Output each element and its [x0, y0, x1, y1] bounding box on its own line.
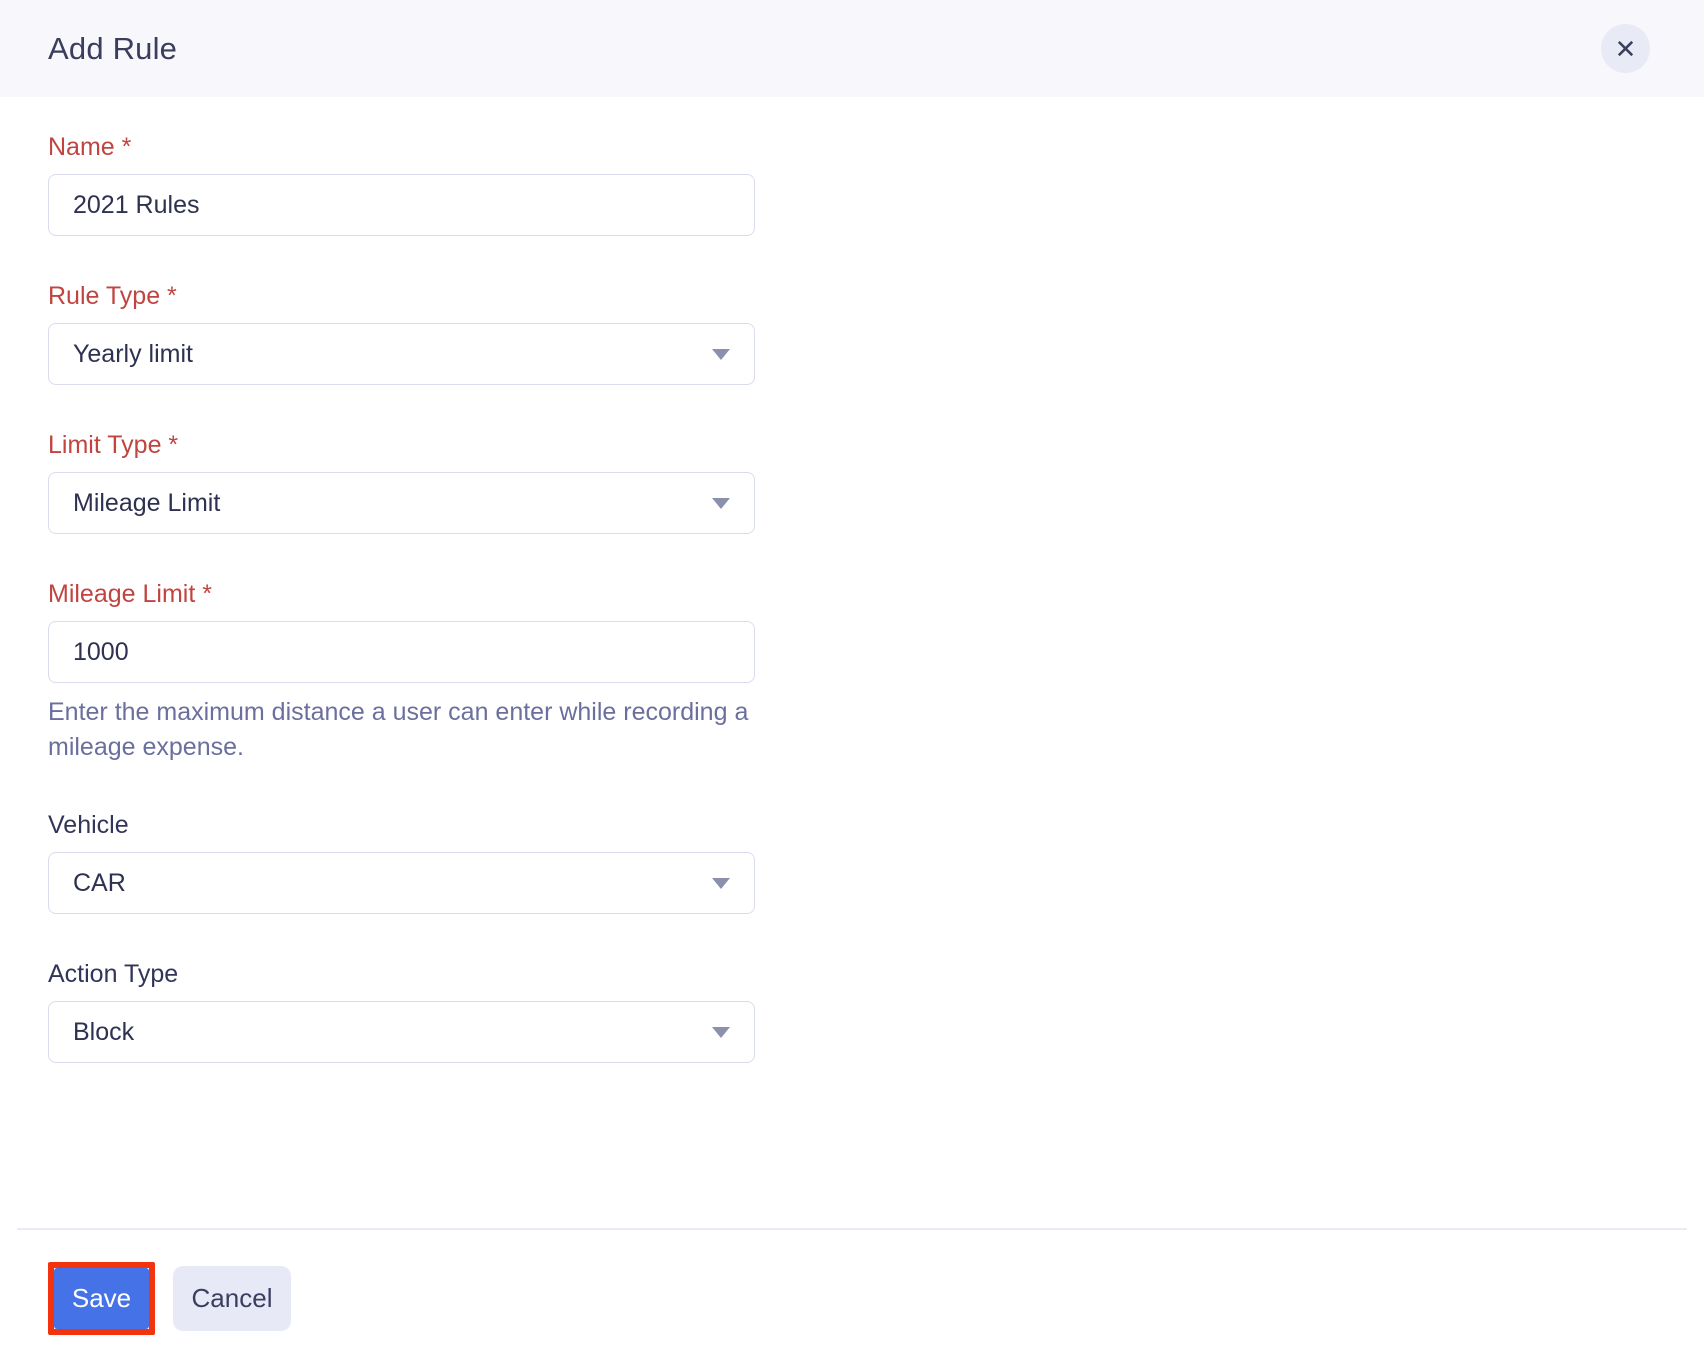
chevron-down-icon: [712, 877, 730, 889]
action-type-field-group: Action Type Block: [48, 959, 1656, 1063]
mileage-limit-field-group: Mileage Limit * Enter the maximum distan…: [48, 579, 1656, 765]
vehicle-label: Vehicle: [48, 811, 129, 839]
required-asterisk: *: [160, 282, 177, 310]
page-title: Add Rule: [48, 30, 178, 66]
cancel-button[interactable]: Cancel: [173, 1266, 291, 1331]
required-asterisk: *: [161, 431, 179, 459]
mileage-limit-input[interactable]: [48, 621, 755, 683]
close-icon: ✕: [1614, 33, 1637, 64]
add-rule-form: Name * Rule Type * Yearly limit Limit Ty…: [0, 97, 1704, 1108]
mileage-limit-label-text: Mileage Limit: [48, 580, 196, 608]
close-button[interactable]: ✕: [1601, 24, 1650, 73]
add-rule-modal: Add Rule ✕ Name * Rule Type * Yearly lim…: [0, 0, 1704, 1356]
chevron-down-icon: [712, 348, 730, 360]
required-asterisk: *: [195, 580, 212, 608]
rule-type-select[interactable]: Yearly limit: [48, 323, 755, 385]
limit-type-select[interactable]: Mileage Limit: [48, 472, 755, 534]
chevron-down-icon: [712, 1026, 730, 1038]
rule-type-field-group: Rule Type * Yearly limit: [48, 281, 1656, 385]
action-type-select[interactable]: Block: [48, 1001, 755, 1063]
name-label-text: Name: [48, 133, 115, 161]
limit-type-field-group: Limit Type * Mileage Limit: [48, 430, 1656, 534]
vehicle-select[interactable]: CAR: [48, 852, 755, 914]
chevron-down-icon: [712, 497, 730, 509]
name-label: Name *: [48, 132, 1656, 162]
save-button-highlight: Save: [48, 1262, 155, 1335]
modal-header: Add Rule ✕: [0, 0, 1704, 97]
vehicle-field-group: Vehicle CAR: [48, 810, 1656, 914]
rule-type-selected-value: Yearly limit: [73, 339, 193, 368]
modal-footer: Save Cancel: [0, 1230, 1704, 1335]
vehicle-selected-value: CAR: [73, 868, 126, 897]
mileage-limit-helper-text: Enter the maximum distance a user can en…: [48, 698, 749, 761]
name-field-group: Name *: [48, 132, 1656, 236]
action-type-selected-value: Block: [73, 1017, 135, 1046]
mileage-limit-label: Mileage Limit *: [48, 579, 1656, 609]
limit-type-label: Limit Type *: [48, 430, 1656, 460]
limit-type-label-text: Limit Type: [48, 431, 162, 459]
action-type-label: Action Type: [48, 960, 179, 988]
rule-type-label: Rule Type *: [48, 281, 1656, 311]
save-button[interactable]: Save: [54, 1268, 149, 1329]
rule-type-label-text: Rule Type: [48, 282, 161, 310]
required-asterisk: *: [114, 133, 132, 161]
name-input[interactable]: [48, 174, 755, 236]
limit-type-selected-value: Mileage Limit: [73, 488, 221, 517]
